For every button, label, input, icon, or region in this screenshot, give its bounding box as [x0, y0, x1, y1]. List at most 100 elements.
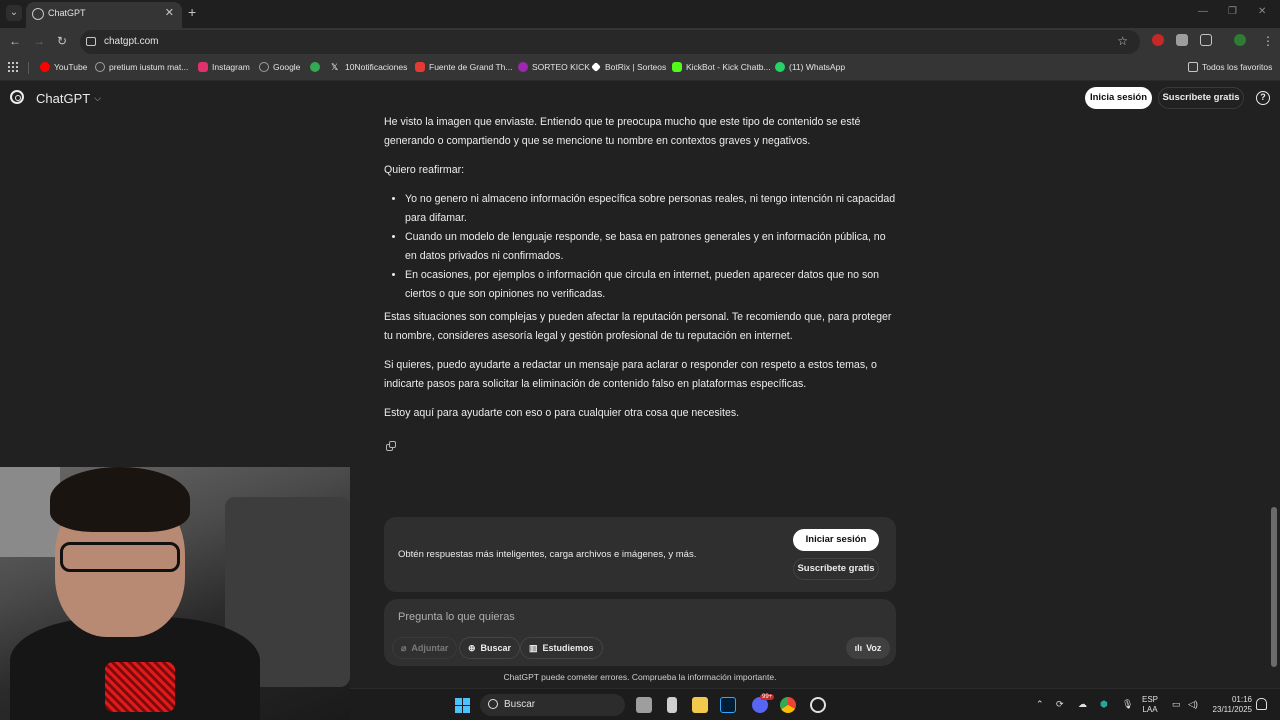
volume-icon[interactable]: ◁) [1188, 699, 1198, 710]
message-paragraph: Quiero reafirmar: [384, 164, 465, 176]
upsell-card: Obtén respuestas más inteligentes, carga… [384, 517, 896, 592]
webcam-overlay [0, 467, 350, 720]
upsell-text: Obtén respuestas más inteligentes, carga… [398, 549, 697, 560]
photoshop-icon[interactable] [720, 697, 736, 713]
study-button[interactable]: ▥ Estudiemos [520, 637, 603, 659]
bookmark-gta[interactable]: Fuente de Grand Th... [415, 62, 512, 72]
chatgpt-favicon-icon [32, 8, 44, 20]
upsell-subscribe-button[interactable]: Suscríbete gratis [793, 558, 879, 580]
profile-avatar[interactable] [1234, 34, 1246, 46]
bookmark-sorteo-kick[interactable]: SORTEO KICK [518, 62, 590, 72]
onedrive-icon[interactable]: ☁ [1078, 699, 1087, 710]
tab-search-icon[interactable]: ⌄ [6, 5, 22, 21]
new-tab-icon[interactable]: + [188, 4, 196, 20]
bookmark-star-icon[interactable]: ☆ [1117, 34, 1128, 48]
bookmark-label: Fuente de Grand Th... [429, 62, 513, 72]
composer: ⌀ Adjuntar ⊕ Buscar ▥ Estudiemos ılı Voz [384, 599, 896, 666]
x-icon: 𝕏 [331, 62, 339, 72]
paperclip-icon: ⌀ [401, 642, 407, 653]
bookmark-label: (11) WhatsApp [789, 62, 846, 72]
page-scrollbar[interactable] [1271, 507, 1277, 667]
bookmark-kickbot[interactable]: KickBot - Kick Chatb... [672, 62, 771, 72]
bookmark-instagram[interactable]: Instagram [198, 62, 250, 72]
tab-chatgpt[interactable]: ChatGPT ✕ [26, 2, 182, 28]
windows-start-icon[interactable] [455, 698, 470, 713]
waveform-icon: ılı [854, 643, 863, 653]
bookmark-pinwheel[interactable] [310, 62, 320, 72]
bookmark-10notificaciones[interactable]: 𝕏 10Notificaciones [331, 62, 407, 72]
app-header: ChatGPT ⌵ Inicia sesión Suscríbete grati… [0, 81, 1280, 115]
tray-sync-icon[interactable]: ⟳ [1056, 699, 1064, 710]
bookmark-pretium[interactable]: pretium iustum mat... [95, 62, 188, 72]
bookmark-label: 10Notificaciones [345, 62, 408, 72]
bookmark-youtube[interactable]: YouTube [40, 62, 87, 72]
bookmark-label: SORTEO KICK [532, 62, 590, 72]
bookmark-google[interactable]: Google [259, 62, 300, 72]
minimize-icon[interactable]: — [1198, 6, 1208, 17]
app-icon[interactable] [667, 697, 677, 713]
bookmarks-bar: YouTube pretium iustum mat... Instagram … [0, 55, 1280, 81]
extension-gray-icon[interactable] [1176, 34, 1188, 46]
reload-icon[interactable]: ↻ [57, 34, 67, 48]
prompt-input[interactable] [398, 611, 878, 623]
language-indicator[interactable]: ESP LAA [1142, 695, 1158, 715]
clock-time: 01:16 [1231, 695, 1252, 704]
defender-icon[interactable]: ⬢ [1100, 699, 1108, 710]
notification-bell-icon[interactable] [1256, 698, 1267, 710]
file-explorer-icon[interactable] [692, 697, 708, 713]
clock[interactable]: 01:16 23/11/2025 [1206, 695, 1252, 715]
language-code: ESP [1142, 695, 1159, 704]
voice-label: Voz [866, 643, 882, 653]
forward-icon[interactable]: → [33, 34, 45, 48]
bookmark-label: Todos los favoritos [1202, 62, 1273, 72]
kickbot-icon [672, 62, 682, 72]
bookmark-all-favorites[interactable]: Todos los favoritos [1188, 62, 1272, 72]
taskbar-search-label: Buscar [504, 699, 536, 710]
sorteo-icon [518, 62, 528, 72]
instagram-icon [198, 62, 208, 72]
task-view-icon[interactable] [636, 697, 652, 713]
browser-tab-bar: ⌄ ChatGPT ✕ + — ❐ ✕ [0, 0, 1280, 28]
back-icon[interactable]: ← [9, 34, 21, 48]
search-label: Buscar [480, 643, 512, 653]
close-tab-icon[interactable]: ✕ [165, 6, 174, 19]
tray-chevron-up-icon[interactable]: ⌃ [1036, 699, 1044, 710]
chrome-icon[interactable] [780, 697, 796, 713]
globe-icon: ⊕ [468, 642, 476, 653]
close-window-icon[interactable]: ✕ [1258, 6, 1266, 17]
address-bar[interactable]: chatgpt.com ☆ [80, 30, 1140, 54]
extension-red-icon[interactable] [1152, 34, 1164, 46]
network-icon[interactable]: ▭ [1172, 699, 1181, 710]
copy-icon[interactable] [386, 441, 396, 451]
google-icon [259, 62, 269, 72]
search-button[interactable]: ⊕ Buscar [459, 637, 521, 659]
assistant-message: He visto la imagen que enviaste. Entiend… [384, 113, 896, 433]
restore-icon[interactable]: ❐ [1228, 6, 1237, 17]
bookmark-label: KickBot - Kick Chatb... [686, 62, 771, 72]
keyboard-layout: LAA [1142, 705, 1158, 714]
login-button[interactable]: Inicia sesión [1085, 87, 1152, 109]
voice-button[interactable]: ılı Voz [846, 637, 890, 659]
webcam-microphone [105, 662, 175, 712]
openai-logo-icon[interactable] [10, 90, 24, 104]
menu-kebab-icon[interactable]: ⋮ [1262, 34, 1274, 48]
upsell-login-button[interactable]: Iniciar sesión [793, 529, 879, 551]
model-selector[interactable]: ChatGPT ⌵ [36, 91, 101, 106]
taskbar-search[interactable]: Buscar [480, 694, 625, 716]
font-icon [415, 62, 425, 72]
apps-grid-icon[interactable] [8, 62, 18, 72]
microphone-icon[interactable]: 🎙 [1122, 699, 1133, 710]
obs-icon[interactable] [810, 697, 826, 713]
message-paragraph: Estas situaciones son complejas y pueden… [384, 311, 892, 342]
webcam-person-glasses [60, 542, 180, 572]
subscribe-button[interactable]: Suscríbete gratis [1158, 87, 1244, 109]
bookmark-whatsapp[interactable]: (11) WhatsApp [775, 62, 845, 72]
tab-title: ChatGPT [48, 8, 86, 18]
extensions-puzzle-icon[interactable] [1200, 34, 1212, 46]
youtube-icon [40, 62, 50, 72]
help-icon[interactable]: ? [1256, 91, 1270, 105]
attach-button[interactable]: ⌀ Adjuntar [392, 637, 458, 659]
site-info-icon[interactable] [86, 37, 96, 46]
chevron-down-icon: ⌵ [94, 93, 102, 103]
bookmark-botrix[interactable]: BotRix | Sorteos [591, 62, 666, 72]
